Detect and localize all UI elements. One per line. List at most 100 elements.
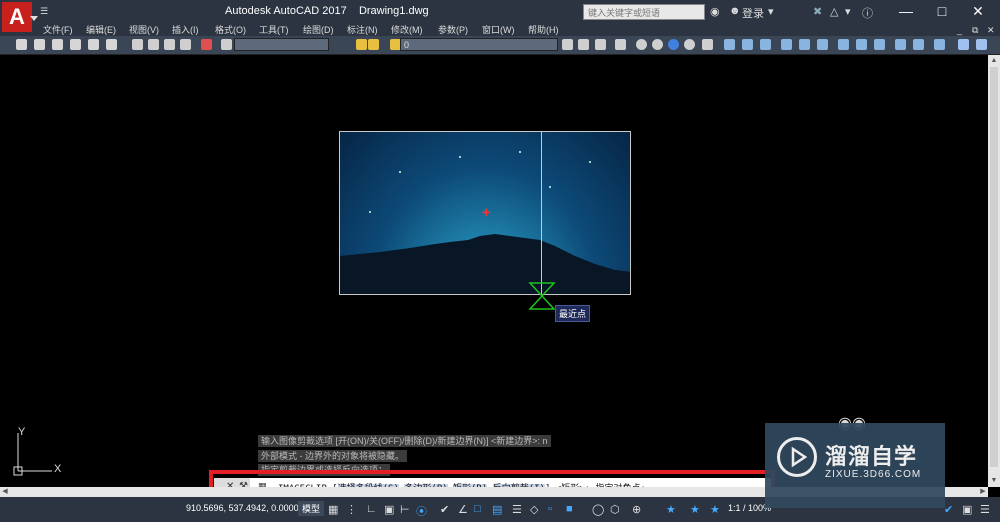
object-snap-tracking-icon[interactable]: ∠ <box>458 503 468 516</box>
orbit-icon[interactable] <box>976 39 987 50</box>
doc-restore-icon[interactable]: ⧉ <box>972 24 978 36</box>
match-properties-icon[interactable] <box>180 39 191 50</box>
quick-access-icon[interactable]: ☰ <box>40 6 48 17</box>
layer-dropdown[interactable]: 0 <box>400 38 558 51</box>
open-icon[interactable] <box>34 39 45 50</box>
scroll-left-icon[interactable]: ◀ <box>0 487 10 497</box>
coordinates-readout[interactable]: 910.5696, 537.4942, 0.0000 <box>186 503 299 513</box>
transparency-icon[interactable]: ☰ <box>512 503 522 516</box>
dynamic-input-icon[interactable]: ▣ <box>384 503 394 516</box>
dim-radius-icon[interactable] <box>799 39 810 50</box>
minimize-button[interactable]: — <box>888 0 924 24</box>
workspace-switch-icon[interactable]: ★ <box>710 503 720 516</box>
paste-icon[interactable] <box>164 39 175 50</box>
snap-mode-icon[interactable]: ⋮ <box>346 503 357 516</box>
save-icon[interactable] <box>52 39 63 50</box>
user-icon[interactable]: ☻ <box>729 5 741 17</box>
chevron-down-icon[interactable]: ▾ <box>845 5 851 18</box>
grid-icon[interactable]: ▦ <box>328 503 338 516</box>
cut-icon[interactable] <box>132 39 143 50</box>
infer-constraints-icon[interactable]: ∟ <box>366 503 377 515</box>
dim-linear-icon[interactable] <box>724 39 735 50</box>
menu-edit[interactable]: 编辑(E) <box>86 24 116 36</box>
search-input[interactable]: 键入关键字或短语 <box>583 4 705 20</box>
dim-space-icon[interactable] <box>934 39 945 50</box>
menu-draw[interactable]: 绘图(D) <box>303 24 334 36</box>
sphere-icon[interactable] <box>636 39 647 50</box>
3d-osnap-icon[interactable]: ▫ <box>548 503 558 515</box>
material-icon[interactable] <box>668 39 679 50</box>
layer-on-icon[interactable] <box>356 39 367 50</box>
quick-dim-icon[interactable] <box>874 39 885 50</box>
scroll-right-icon[interactable]: ▶ <box>978 487 988 497</box>
view-icon[interactable] <box>958 39 969 50</box>
pan-icon[interactable] <box>221 39 232 50</box>
dim-aligned-icon[interactable] <box>742 39 753 50</box>
customize-icon[interactable]: ☰ <box>980 503 990 516</box>
layer-properties-icon[interactable] <box>562 39 573 50</box>
selection-filter-icon[interactable]: ◯ <box>592 503 604 516</box>
dynamic-ucs-icon[interactable]: ■ <box>566 503 576 515</box>
maximize-button[interactable]: □ <box>924 0 960 24</box>
menu-help[interactable]: 帮助(H) <box>528 24 559 36</box>
vertical-scrollbar-thumb[interactable] <box>990 67 998 467</box>
menu-parametric[interactable]: 参数(P) <box>438 24 468 36</box>
lineweight-icon[interactable]: ▤ <box>492 503 502 516</box>
gizmo-icon[interactable]: ⬡ <box>610 503 620 516</box>
preview-icon[interactable] <box>88 39 99 50</box>
layer-freeze-icon[interactable] <box>368 39 379 50</box>
ucs-icon: Y X <box>13 426 62 476</box>
application-menu-button[interactable]: A <box>2 2 38 32</box>
isolate-objects-icon[interactable]: ✔ <box>944 503 954 516</box>
publish-icon[interactable] <box>106 39 117 50</box>
scroll-down-icon[interactable]: ▼ <box>988 475 1000 487</box>
render-icon[interactable] <box>652 39 663 50</box>
layer-previous-icon[interactable] <box>595 39 606 50</box>
annotation-visibility-icon[interactable]: ⊕ <box>632 503 642 516</box>
crosshair-icon: ✚ <box>482 208 491 219</box>
visual-style-icon[interactable] <box>702 39 713 50</box>
object-snap-icon[interactable]: □ <box>474 503 484 515</box>
close-button[interactable]: ✕ <box>960 0 996 24</box>
menu-format[interactable]: 格式(O) <box>215 24 246 36</box>
dim-jogged-icon[interactable] <box>817 39 828 50</box>
new-icon[interactable] <box>16 39 27 50</box>
menu-insert[interactable]: 插入(I) <box>172 24 199 36</box>
regen-icon[interactable] <box>615 39 626 50</box>
make-current-icon[interactable] <box>578 39 589 50</box>
menu-window[interactable]: 窗口(W) <box>482 24 515 36</box>
dim-baseline-icon[interactable] <box>895 39 906 50</box>
exchange-icon[interactable]: ✖ <box>813 5 822 18</box>
chevron-down-icon[interactable]: ▾ <box>768 5 774 18</box>
light-icon[interactable] <box>684 39 695 50</box>
doc-minimize-icon[interactable]: _ <box>957 24 962 36</box>
menu-dimension[interactable]: 标注(N) <box>347 24 378 36</box>
hardware-acceleration-icon[interactable]: ▣ <box>962 503 972 516</box>
sign-in-link[interactable]: 登录 <box>742 5 764 21</box>
plot-icon[interactable] <box>70 39 81 50</box>
doc-close-icon[interactable]: ✕ <box>987 24 995 36</box>
dim-diameter-icon[interactable] <box>838 39 849 50</box>
menu-modify[interactable]: 修改(M) <box>391 24 423 36</box>
selection-cycling-icon[interactable]: ◇ <box>530 503 540 516</box>
auto-scale-icon[interactable]: ★ <box>690 503 700 516</box>
dim-ordinate-icon[interactable] <box>781 39 792 50</box>
isometric-icon[interactable]: ✔ <box>440 503 450 516</box>
model-space-button[interactable]: 模型 <box>298 501 325 516</box>
workspace-dropdown[interactable] <box>234 38 329 51</box>
dim-continue-icon[interactable] <box>913 39 924 50</box>
scroll-up-icon[interactable]: ▲ <box>988 55 1000 67</box>
polar-tracking-icon[interactable]: ⦿ <box>416 503 427 518</box>
dim-angular-icon[interactable] <box>856 39 867 50</box>
ortho-icon[interactable]: ⊢ <box>400 503 410 516</box>
menu-file[interactable]: 文件(F) <box>43 24 73 36</box>
menu-tools[interactable]: 工具(T) <box>259 24 289 36</box>
copy-icon[interactable] <box>148 39 159 50</box>
annotation-scale-icon[interactable]: ★ <box>666 503 676 516</box>
menu-view[interactable]: 视图(V) <box>129 24 159 36</box>
block-editor-icon[interactable] <box>201 39 212 50</box>
help-icon[interactable]: ⓘ <box>862 5 873 21</box>
network-icon[interactable]: △ <box>830 5 838 18</box>
binoculars-icon[interactable]: ◉ <box>710 5 720 18</box>
dim-arc-icon[interactable] <box>760 39 771 50</box>
